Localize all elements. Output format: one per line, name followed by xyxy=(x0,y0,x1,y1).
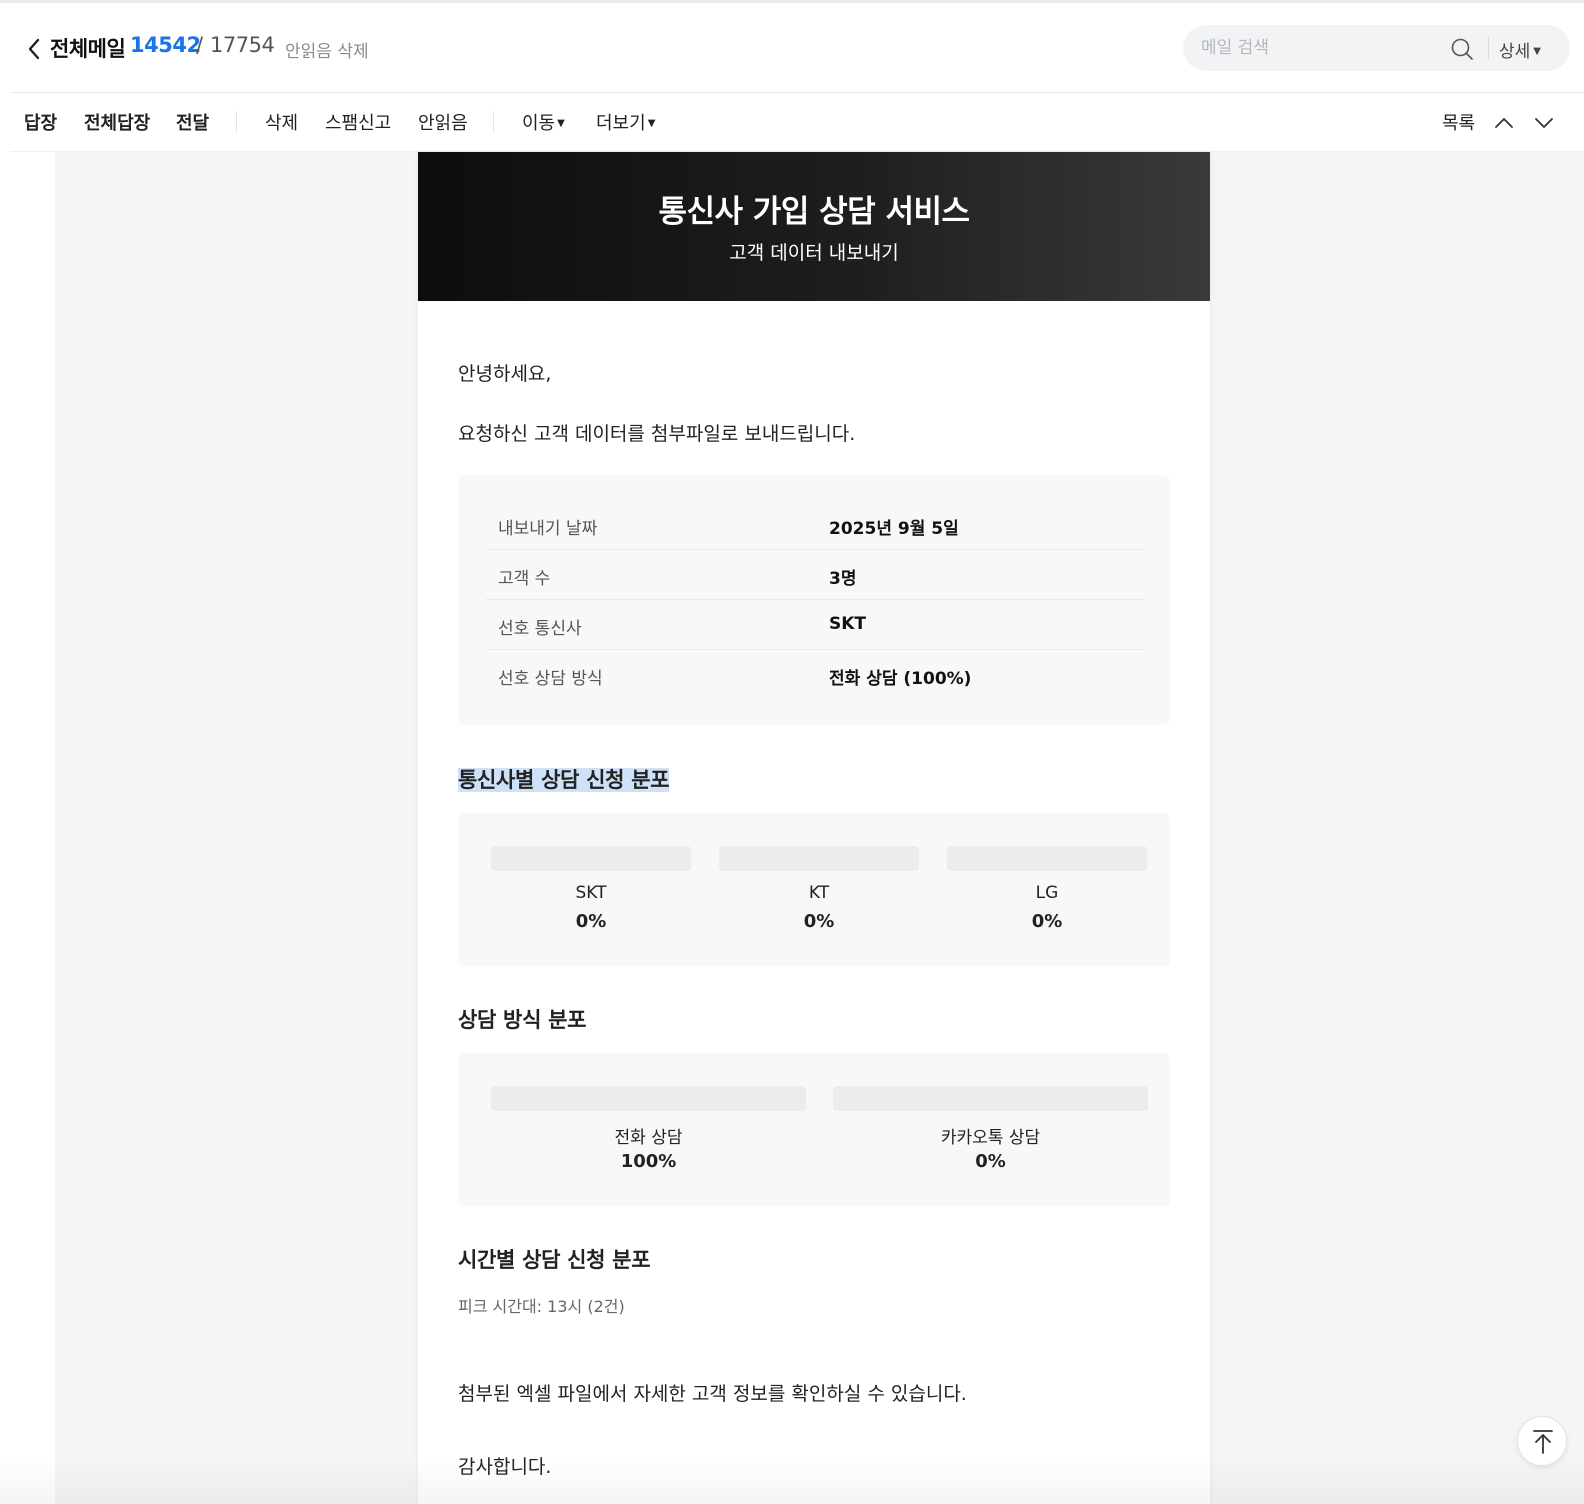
carrier-bar xyxy=(491,846,691,871)
banner-subtitle: 고객 데이터 내보내기 xyxy=(729,242,899,264)
chevron-left-icon xyxy=(28,38,40,60)
mark-unread-button[interactable]: 안읽음 xyxy=(418,109,468,135)
summary-row: 선호 통신사 SKT xyxy=(486,600,1144,650)
mail-content: 통신사 가입 상담 서비스 고객 데이터 내보내기 안녕하세요, 요청하신 고객… xyxy=(418,152,1210,1504)
method-name: 전화 상담 xyxy=(614,1128,683,1148)
spam-report-button[interactable]: 스팸신고 xyxy=(325,109,391,135)
list-button[interactable]: 목록 xyxy=(1442,109,1475,135)
method-name: 카카오톡 상담 xyxy=(940,1128,1041,1148)
carrier-bar xyxy=(719,846,919,871)
scroll-to-top-button[interactable] xyxy=(1517,1416,1567,1466)
mail-search: 상세▼ xyxy=(1183,25,1570,71)
detail-search-button[interactable]: 상세 ▼ xyxy=(1499,37,1541,62)
summary-table: 내보내기 날짜 2025년 9월 5일 고객 수 3명 선호 통신사 SKT 선… xyxy=(458,475,1170,725)
summary-label: 선호 통신사 xyxy=(498,619,582,639)
reply-button[interactable]: 답장 xyxy=(24,109,57,135)
time-section-title: 시간별 상담 신청 분포 xyxy=(458,1248,651,1272)
summary-value: 전화 상담 (100%) xyxy=(829,669,972,689)
carrier-distribution: SKT KT LG 0% 0% 0% xyxy=(458,813,1170,966)
forward-button[interactable]: 전달 xyxy=(176,109,209,135)
more-label: 더보기 xyxy=(596,113,646,134)
detail-search-label: 상세 xyxy=(1499,42,1531,62)
delete-button[interactable]: 삭제 xyxy=(265,109,298,135)
method-distribution: 전화 상담 카카오톡 상담 100% 0% xyxy=(458,1053,1170,1206)
search-icon[interactable] xyxy=(1450,37,1474,61)
chevron-up-icon[interactable] xyxy=(1493,113,1515,133)
thanks-text: 감사합니다. xyxy=(458,1456,552,1478)
closing-text: 첨부된 엑셀 파일에서 자세한 고객 정보를 확인하실 수 있습니다. xyxy=(458,1383,967,1405)
summary-value: SKT xyxy=(829,614,867,634)
method-bar-fill xyxy=(491,1086,806,1111)
selected-text: 통신사별 상담 신청 분포 xyxy=(458,768,670,792)
carrier-name: SKT xyxy=(575,883,607,903)
toolbar-divider xyxy=(493,111,494,133)
arrow-up-to-line-icon xyxy=(1533,1430,1553,1454)
chevron-down-icon[interactable] xyxy=(1533,113,1555,133)
unread-count[interactable]: 14542 xyxy=(130,33,201,57)
summary-row: 내보내기 날짜 2025년 9월 5일 xyxy=(486,500,1144,550)
summary-label: 고객 수 xyxy=(498,569,551,589)
move-label: 이동 xyxy=(522,113,556,134)
carrier-name: KT xyxy=(808,883,830,903)
search-input[interactable] xyxy=(1201,25,1441,71)
toolbar-divider xyxy=(236,111,237,133)
caret-down-icon: ▼ xyxy=(647,118,656,129)
method-bar xyxy=(833,1086,1148,1111)
method-section-title: 상담 방식 분포 xyxy=(458,1008,587,1032)
carrier-percent: 0% xyxy=(1031,911,1063,932)
method-percent: 0% xyxy=(975,1151,1006,1172)
search-divider xyxy=(1488,37,1489,59)
summary-row: 선호 상담 방식 전화 상담 (100%) xyxy=(486,650,1144,700)
more-dropdown[interactable]: 더보기 ▼ xyxy=(596,109,655,135)
carrier-percent: 0% xyxy=(803,911,835,932)
mail-toolbar: 답장 전체답장 전달 삭제 스팸신고 안읽음 이동 ▼ 더보기 ▼ 목록 xyxy=(10,93,1584,152)
count-separator: / xyxy=(196,33,204,57)
mail-header: 전체메일 14542 / 17754 안읽음 삭제 상세▼ xyxy=(0,3,1584,92)
delete-unread-button[interactable]: 안읽음 삭제 xyxy=(285,37,369,62)
total-count: 17754 xyxy=(210,33,275,57)
carrier-bar xyxy=(947,846,1147,871)
caret-down-icon: ▼ xyxy=(1533,46,1541,57)
summary-label: 내보내기 날짜 xyxy=(498,519,598,539)
summary-label: 선호 상담 방식 xyxy=(498,669,603,689)
carrier-section-title: 통신사별 상담 신청 분포 xyxy=(458,764,670,794)
carrier-name: LG xyxy=(1035,883,1059,903)
mail-banner: 통신사 가입 상담 서비스 고객 데이터 내보내기 xyxy=(418,152,1210,301)
intro-text: 요청하신 고객 데이터를 첨부파일로 보내드립니다. xyxy=(458,423,856,445)
summary-value: 3명 xyxy=(829,569,857,589)
greeting-text: 안녕하세요, xyxy=(458,363,552,385)
back-button[interactable] xyxy=(24,35,44,63)
move-dropdown[interactable]: 이동 ▼ xyxy=(522,109,565,135)
carrier-percent: 0% xyxy=(575,911,607,932)
caret-down-icon: ▼ xyxy=(557,118,565,129)
peak-time-text: 피크 시간대: 13시 (2건) xyxy=(458,1297,625,1316)
summary-value: 2025년 9월 5일 xyxy=(829,519,959,539)
mailbox-title[interactable]: 전체메일 xyxy=(50,33,126,63)
banner-title: 통신사 가입 상담 서비스 xyxy=(658,194,970,230)
reply-all-button[interactable]: 전체답장 xyxy=(84,109,150,135)
method-percent: 100% xyxy=(620,1151,677,1172)
method-bar xyxy=(491,1086,806,1111)
summary-row: 고객 수 3명 xyxy=(486,550,1144,600)
